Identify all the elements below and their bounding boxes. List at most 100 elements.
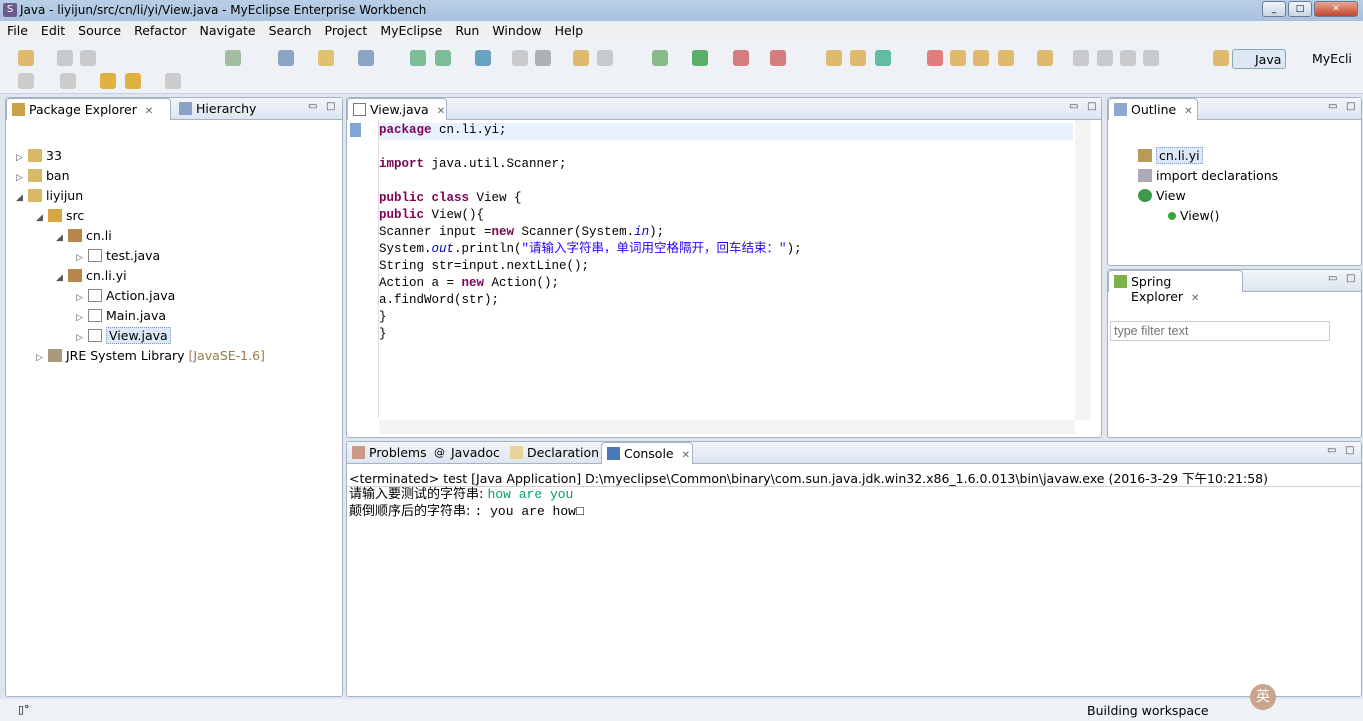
tab-javadoc[interactable]: @ Javadoc [429, 442, 506, 464]
outline-item-imports[interactable]: import declarations [1138, 168, 1278, 188]
toolbar-button-icon[interactable] [535, 50, 551, 66]
filter-input[interactable] [1110, 321, 1330, 341]
expand-toggle-icon[interactable]: ◢ [36, 213, 48, 223]
tab-outline[interactable]: Outline ✕ [1108, 98, 1198, 120]
fast-view-icon[interactable]: ▯° [18, 703, 30, 716]
expand-toggle-icon[interactable]: ▷ [36, 353, 48, 363]
horizontal-scrollbar[interactable] [379, 420, 1075, 434]
tree-item[interactable]: ◢ cn.li [56, 228, 112, 248]
menu-help[interactable]: Help [548, 21, 590, 41]
toolbar-button-icon[interactable] [973, 50, 989, 66]
toolbar-button-icon[interactable] [410, 50, 426, 66]
tab-view-java[interactable]: View.java ✕ [347, 98, 447, 120]
tree-item[interactable]: ▷ ban [16, 168, 70, 188]
toolbar-button-icon[interactable] [692, 50, 708, 66]
tab-package-explorer[interactable]: Package Explorer ✕ [6, 98, 171, 120]
navigation-button-icon[interactable] [100, 73, 116, 89]
maximize-icon[interactable]: □ [1346, 101, 1355, 112]
tree-item[interactable]: ▷ View.java [76, 327, 171, 348]
toolbar-button-icon[interactable] [652, 50, 668, 66]
close-tab-icon[interactable]: ✕ [437, 106, 445, 117]
menu-file[interactable]: File [0, 21, 34, 41]
tab-hierarchy[interactable]: Hierarchy [174, 98, 262, 120]
close-button[interactable]: ✕ [1314, 1, 1358, 17]
menu-refactor[interactable]: Refactor [127, 21, 192, 41]
tree-item[interactable]: ▷ test.java [76, 248, 160, 268]
tree-item[interactable]: ▷ 33 [16, 148, 62, 168]
toolbar-button-icon[interactable] [318, 50, 334, 66]
toolbar-button-icon[interactable] [57, 50, 73, 66]
navigation-button-icon[interactable] [18, 73, 34, 89]
toolbar-button-icon[interactable] [1143, 50, 1159, 66]
maximize-icon[interactable]: □ [1345, 445, 1354, 456]
minimize-icon[interactable]: ▭ [1069, 101, 1078, 112]
toolbar-button-icon[interactable] [1037, 50, 1053, 66]
minimize-button[interactable]: _ [1262, 1, 1286, 17]
toolbar-button-icon[interactable] [1097, 50, 1113, 66]
minimize-icon[interactable]: ▭ [1328, 273, 1337, 284]
tab-spring-explorer[interactable]: Spring Explorer ✕ [1108, 270, 1243, 304]
vertical-scrollbar[interactable] [1075, 120, 1091, 420]
expand-toggle-icon[interactable]: ▷ [76, 253, 88, 263]
toolbar-button-icon[interactable] [18, 50, 34, 66]
menu-window[interactable]: Window [485, 21, 547, 41]
outline-item-constructor[interactable]: View() [1168, 208, 1219, 228]
toolbar-button-icon[interactable] [80, 50, 96, 66]
console-output[interactable]: 请输入要测试的字符串: how are you 颠倒顺序后的字符串: : you… [349, 486, 584, 520]
toolbar-button-icon[interactable] [1213, 50, 1229, 66]
expand-toggle-icon[interactable]: ◢ [56, 273, 68, 283]
toolbar-button-icon[interactable] [358, 50, 374, 66]
toolbar-button-icon[interactable] [1073, 50, 1089, 66]
minimize-icon[interactable]: ▭ [308, 101, 317, 112]
toolbar-button-icon[interactable] [826, 50, 842, 66]
maximize-icon[interactable]: □ [1087, 101, 1096, 112]
close-tab-icon[interactable]: ✕ [682, 450, 690, 461]
tab-console[interactable]: Console ✕ [601, 442, 693, 464]
navigation-button-icon[interactable] [60, 73, 76, 89]
tree-item[interactable]: ◢ liyijun [16, 188, 83, 208]
navigation-button-icon[interactable] [125, 73, 141, 89]
toolbar-button-icon[interactable] [733, 50, 749, 66]
tree-item[interactable]: ◢ src [36, 208, 84, 228]
toolbar-button-icon[interactable] [475, 50, 491, 66]
toolbar-button-icon[interactable] [770, 50, 786, 66]
tab-problems[interactable]: Problems [347, 442, 433, 464]
menu-project[interactable]: Project [318, 21, 374, 41]
outline-item-class[interactable]: View [1138, 188, 1186, 208]
toolbar-button-icon[interactable] [875, 50, 891, 66]
menu-source[interactable]: Source [71, 21, 127, 41]
toolbar-button-icon[interactable] [850, 50, 866, 66]
perspective-myeclipse-button[interactable]: MyEcli [1312, 51, 1352, 66]
expand-toggle-icon[interactable]: ▷ [16, 153, 28, 163]
expand-toggle-icon[interactable]: ▷ [76, 293, 88, 303]
menu-navigate[interactable]: Navigate [193, 21, 262, 41]
tree-item[interactable]: ▷ Action.java [76, 288, 175, 308]
menu-run[interactable]: Run [448, 21, 485, 41]
expand-toggle-icon[interactable]: ◢ [16, 193, 28, 203]
menu-search[interactable]: Search [262, 21, 318, 41]
minimize-icon[interactable]: ▭ [1327, 445, 1336, 456]
toolbar-button-icon[interactable] [225, 50, 241, 66]
tree-item[interactable]: ▷ JRE System Library [JavaSE-1.6] [36, 348, 265, 368]
toolbar-button-icon[interactable] [512, 50, 528, 66]
toolbar-button-icon[interactable] [1120, 50, 1136, 66]
toolbar-button-icon[interactable] [927, 50, 943, 66]
tree-item[interactable]: ◢ cn.li.yi [56, 268, 127, 288]
toolbar-button-icon[interactable] [278, 50, 294, 66]
code-editor[interactable]: package cn.li.yi; import java.util.Scann… [379, 122, 802, 343]
maximize-icon[interactable]: □ [1346, 273, 1355, 284]
minimize-icon[interactable]: ▭ [1328, 101, 1337, 112]
expand-toggle-icon[interactable]: ◢ [56, 233, 68, 243]
maximize-icon[interactable]: □ [326, 101, 335, 112]
navigation-button-icon[interactable] [165, 73, 181, 89]
toolbar-button-icon[interactable] [950, 50, 966, 66]
toolbar-button-icon[interactable] [435, 50, 451, 66]
expand-toggle-icon[interactable]: ▷ [76, 313, 88, 323]
tab-declaration[interactable]: Declaration [505, 442, 605, 464]
outline-item-package[interactable]: cn.li.yi [1138, 147, 1203, 168]
toolbar-button-icon[interactable] [998, 50, 1014, 66]
ime-indicator[interactable]: 英 [1250, 684, 1276, 710]
menu-edit[interactable]: Edit [34, 21, 71, 41]
toolbar-button-icon[interactable] [597, 50, 613, 66]
tree-item[interactable]: ▷ Main.java [76, 308, 166, 328]
